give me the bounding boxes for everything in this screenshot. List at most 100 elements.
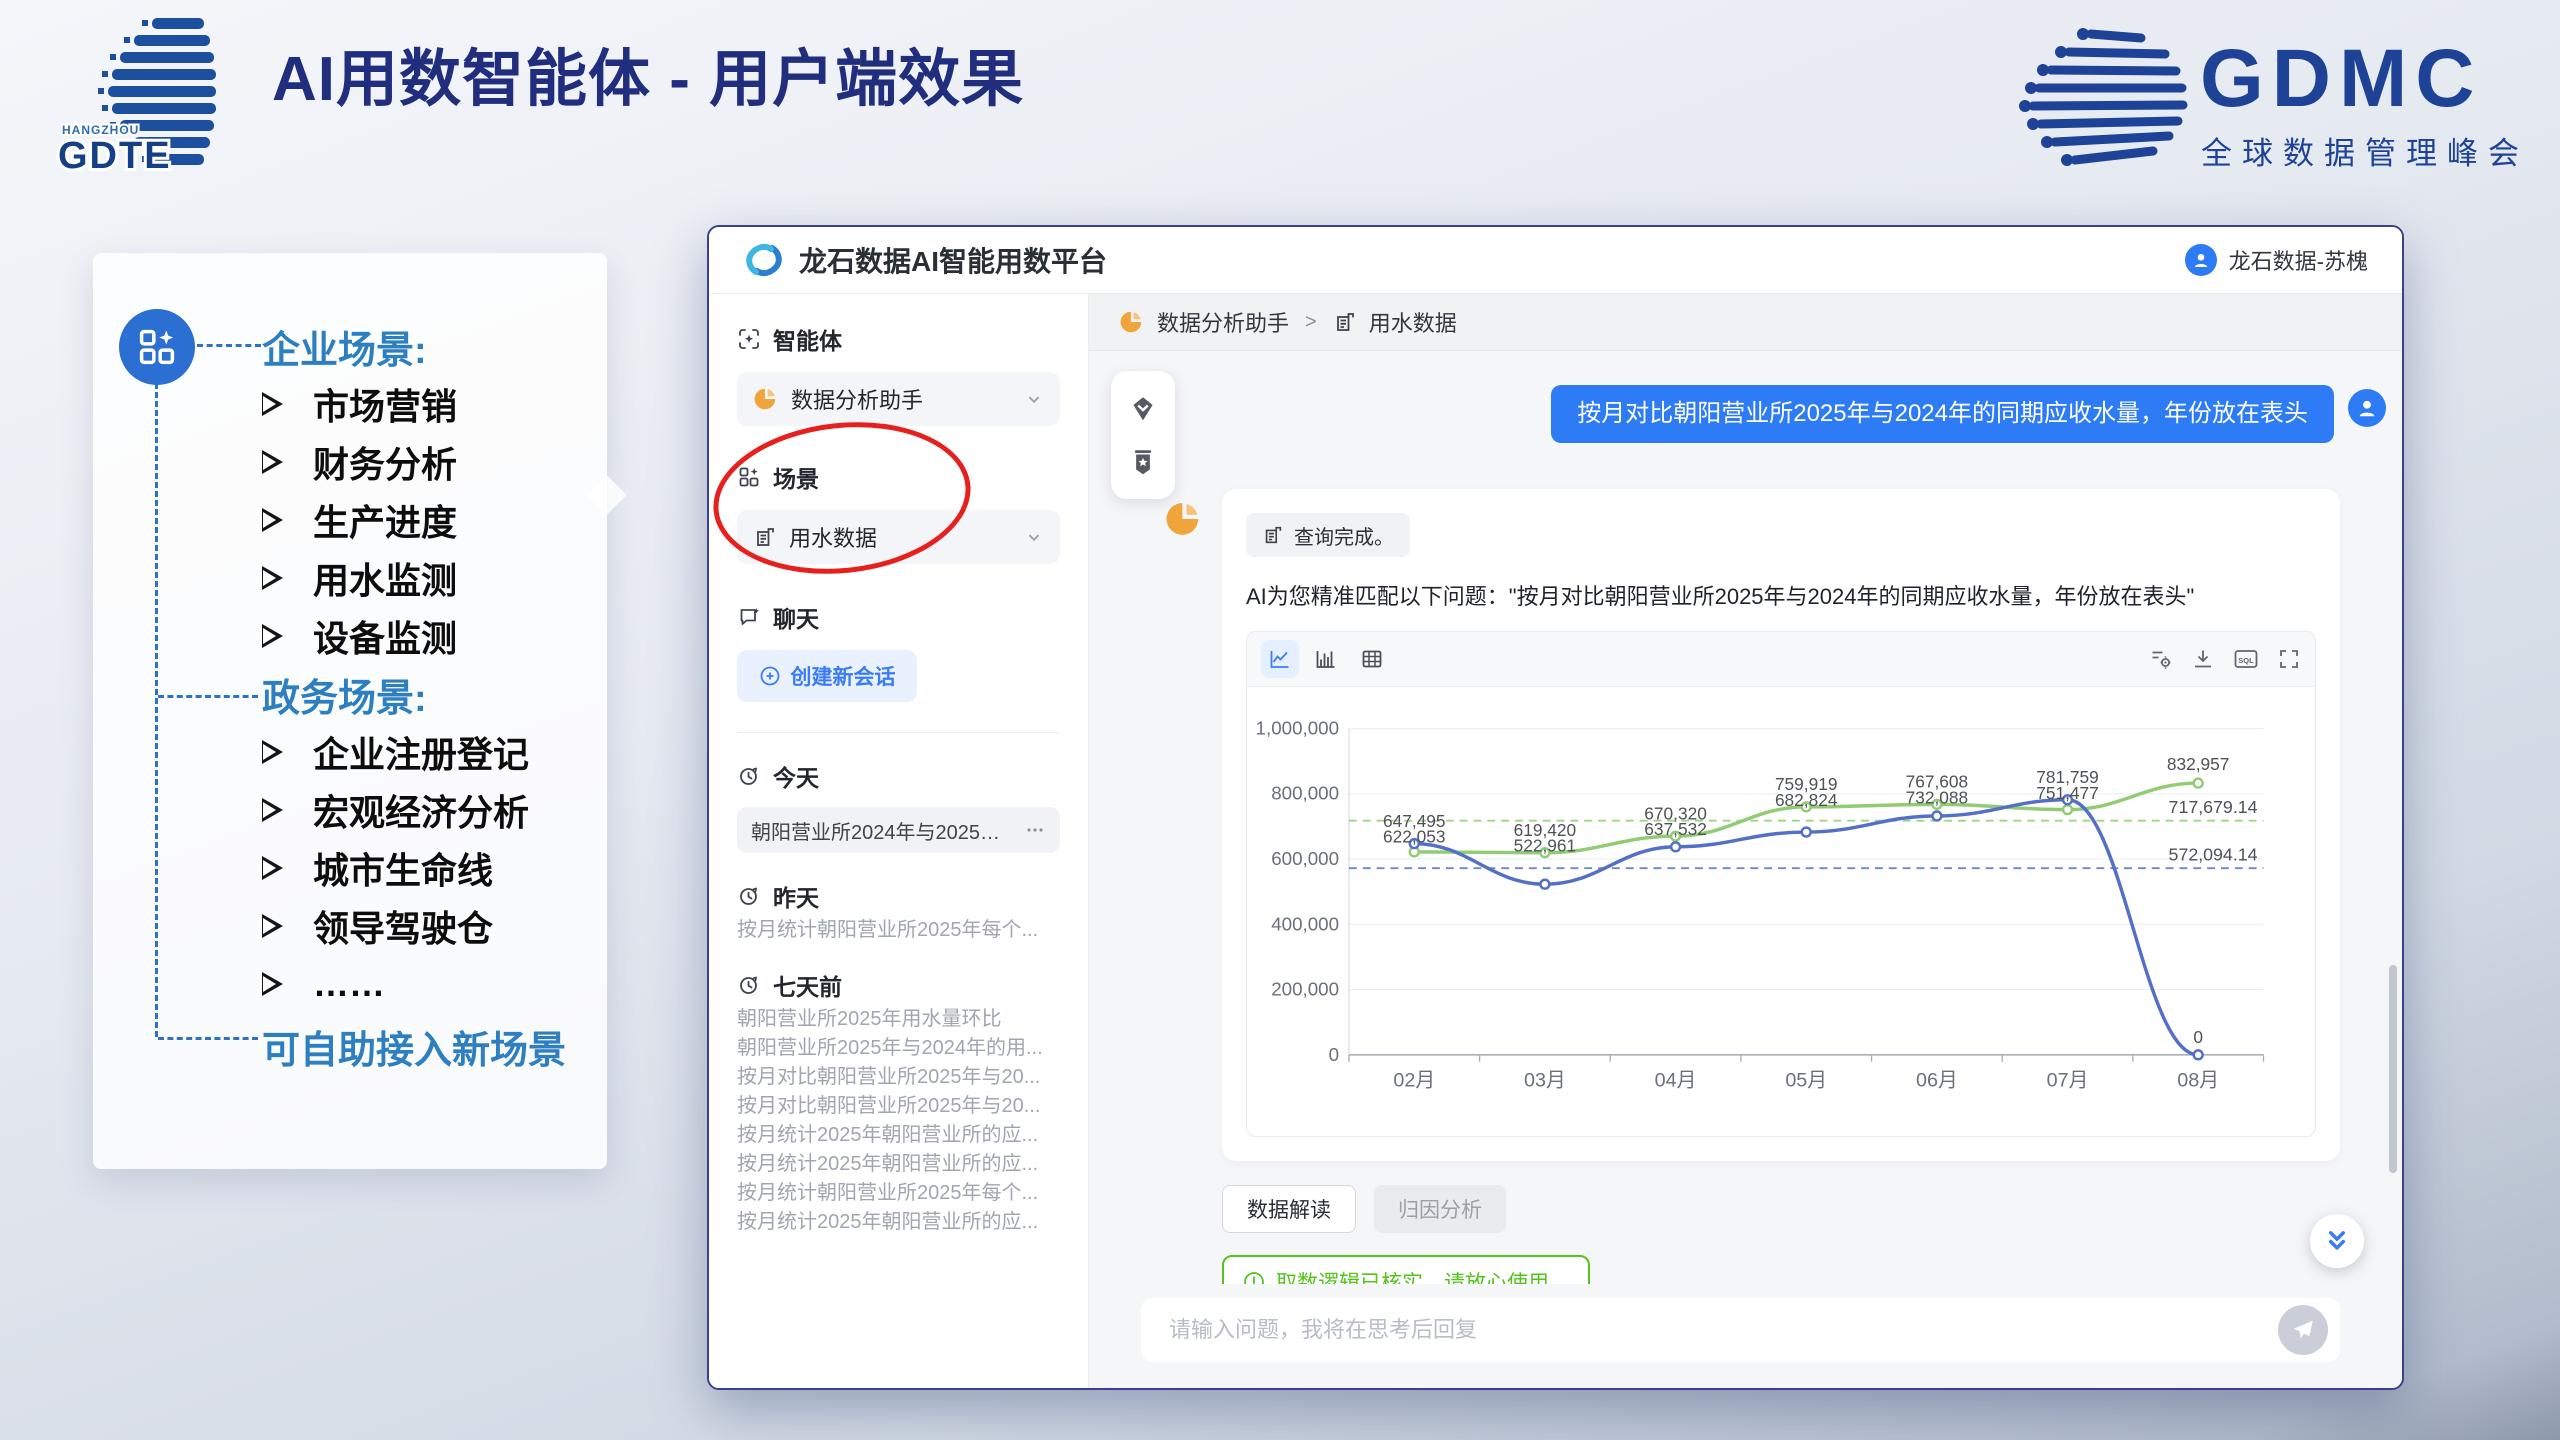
chart-card: SQL 0200,000400,000600,000800,0001,000,0… [1246,631,2316,1137]
history-item[interactable]: 朝阳营业所2025年用水量环比 [737,1002,1060,1031]
building-icon [753,525,777,549]
history-item[interactable]: 朝阳营业所2024年与2025年... [737,807,1060,853]
scenario-item: 设备监测 [262,607,602,665]
svg-text:732,088: 732,088 [1906,787,1969,807]
scenario-item: 生产进度 [262,491,602,549]
scroll-to-bottom-button[interactable] [2310,1214,2364,1268]
table-view-button[interactable] [1353,640,1391,678]
history-item[interactable]: 按月统计2025年朝阳营业所的应... [737,1118,1060,1147]
app-header: 龙石数据AI智能用数平台 龙石数据-苏槐 [709,227,2402,294]
scene-grid-icon [737,465,761,489]
breadcrumb-scene[interactable]: 用水数据 [1369,306,1457,338]
scene-selector[interactable]: 用水数据 [737,510,1060,564]
scenario-item: 用水监测 [262,549,602,607]
pie-chart-icon [753,386,779,412]
double-chevron-down-icon [2322,1226,2352,1256]
chat-section-label: 聊天 [737,600,1060,634]
more-icon[interactable] [1024,819,1046,841]
history-item[interactable]: 按月对比朝阳营业所2025年与20... [737,1089,1060,1118]
badge-star-icon[interactable] [1128,447,1158,477]
user-message-bubble: 按月对比朝阳营业所2025年与2024年的同期应收水量，年份放在表头 [1551,385,2334,443]
sql-icon[interactable]: SQL [2233,647,2259,671]
connector-line [197,344,261,347]
chat-bubble-icon [737,605,761,629]
history-item[interactable]: 按月统计2025年朝阳营业所的应... [737,1205,1060,1234]
history-item[interactable]: 按月对比朝阳营业所2025年与20... [737,1060,1060,1089]
chat-history: 今天朝阳营业所2024年与2025年...昨天按月统计朝阳营业所2025年每个.… [737,759,1060,1234]
gdmc-subtitle-text: 全球数据管理峰会 [2201,136,2529,171]
app-window: 龙石数据AI智能用数平台 龙石数据-苏槐 智能体 [707,225,2404,1390]
page-title: AI用数智能体 - 用户端效果 [272,28,1024,118]
svg-text:SQL: SQL [2238,656,2254,665]
line-chart-view-button[interactable] [1261,640,1299,678]
new-chat-button[interactable]: 创建新会话 [737,650,917,702]
window-scrollbar[interactable] [2389,965,2397,1173]
agent-section-label: 智能体 [737,322,1060,356]
gdte-name-text: GDTE [58,135,172,177]
app-sidebar: 智能体 数据分析助手 场景 [709,294,1089,1388]
history-item[interactable]: 朝阳营业所2025年与2024年的用... [737,1031,1060,1060]
svg-text:05月: 05月 [1785,1069,1827,1091]
chart-tools: SQL [2149,647,2301,671]
data-interpretation-button[interactable]: 数据解读 [1222,1185,1356,1233]
message-input[interactable] [1167,1316,2278,1344]
app-logo-icon [743,239,785,281]
user-name: 龙石数据-苏槐 [2229,244,2368,276]
history-group-label: 今天 [737,759,1060,793]
scene-section-label: 场景 [737,460,1060,494]
agent-selector[interactable]: 数据分析助手 [737,372,1060,426]
gdte-logo: HANGZHOU GDTE [52,6,242,196]
arrow-bullet-icon [262,624,283,648]
svg-text:600,000: 600,000 [1271,848,1339,869]
history-item[interactable]: 按月统计2025年朝阳营业所的应... [737,1147,1060,1176]
gem-icon[interactable] [1127,393,1159,425]
verified-notice: 取数逻辑已核实，请放心使用。 [1222,1255,1590,1284]
paper-plane-icon [2290,1317,2316,1343]
query-status-chip: 查询完成。 [1246,513,1410,557]
gdte-globe-icon: HANGZHOU GDTE [52,6,242,196]
svg-text:717,679.14: 717,679.14 [2169,797,2258,817]
connector-line [155,383,158,1037]
scenario-item: 领导驾驶仓 [262,897,602,955]
scenario-item: 城市生命线 [262,839,602,897]
connector-line [158,1037,258,1040]
attribution-analysis-button[interactable]: 归因分析 [1374,1185,1506,1233]
agent-selector-value: 数据分析助手 [791,383,923,415]
agent-icon [737,327,761,351]
chart-toolbar: SQL [1247,632,2315,687]
building-icon [1333,310,1357,334]
history-item[interactable]: 按月统计朝阳营业所2025年每个... [737,1176,1060,1205]
gdmc-logo: GDMC 全球数据管理峰会 [2015,14,2555,184]
download-icon[interactable] [2191,647,2215,671]
grid-sparkle-icon [136,326,178,368]
chevron-down-icon [1024,389,1044,409]
arrow-bullet-icon [262,392,283,416]
history-item[interactable]: 按月统计朝阳营业所2025年每个... [737,913,1060,942]
svg-text:751,477: 751,477 [2036,783,2099,803]
svg-text:832,957: 832,957 [2167,754,2230,774]
chart-settings-icon[interactable] [2149,647,2173,671]
history-group-label: 昨天 [737,879,1060,913]
arrow-bullet-icon [262,740,283,764]
breadcrumb-agent[interactable]: 数据分析助手 [1157,306,1289,338]
user-avatar-icon [2348,389,2386,427]
user-menu[interactable]: 龙石数据-苏槐 [2185,244,2368,276]
svg-text:0: 0 [2193,1027,2203,1047]
scenario-list: 企业场景:市场营销财务分析生产进度用水监测设备监测政务场景:企业注册登记宏观经济… [262,317,602,1079]
svg-text:0: 0 [1329,1044,1339,1065]
arrow-bullet-icon [262,508,283,532]
bar-chart-icon [1314,647,1338,671]
line-chart-icon [1268,647,1292,671]
svg-text:637,532: 637,532 [1644,819,1707,839]
scenario-callout-panel: 企业场景:市场营销财务分析生产进度用水监测设备监测政务场景:企业注册登记宏观经济… [93,253,607,1169]
send-button[interactable] [2278,1305,2328,1355]
fullscreen-icon[interactable] [2277,647,2301,671]
svg-text:800,000: 800,000 [1271,783,1339,804]
pie-chart-icon [1119,309,1145,335]
clock-icon [737,764,761,788]
quick-tools-pill [1111,371,1175,499]
bar-chart-view-button[interactable] [1307,640,1345,678]
app-main: 数据分析助手 > 用水数据 [1089,294,2402,1388]
svg-text:04月: 04月 [1655,1069,1697,1091]
scenario-item: 宏观经济分析 [262,781,602,839]
